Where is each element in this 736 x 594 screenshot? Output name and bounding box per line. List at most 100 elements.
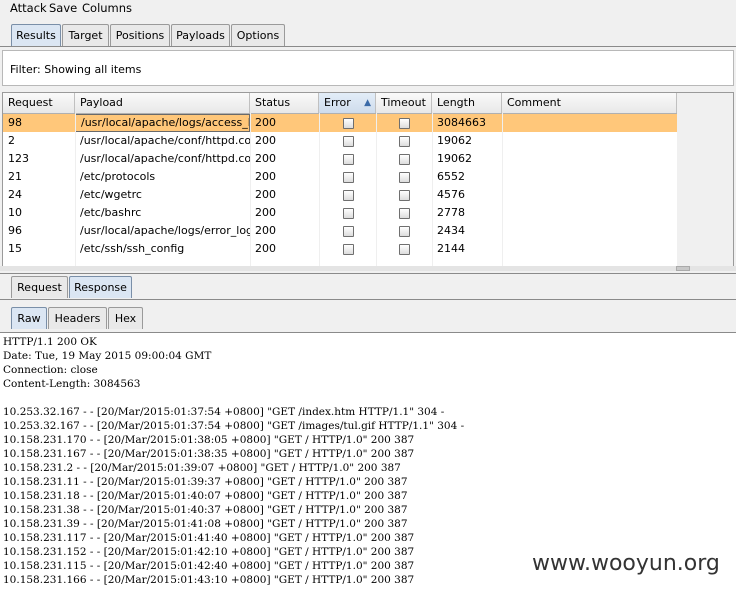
table-row[interactable]: 15/etc/ssh/ssh_config 200 2144 xyxy=(3,240,677,258)
cell-status: 200 xyxy=(255,152,276,165)
cell-length: 2144 xyxy=(437,242,465,255)
tab-results[interactable]: Results xyxy=(11,24,61,46)
column-separator xyxy=(502,113,503,266)
error-checkbox[interactable] xyxy=(343,208,354,219)
cell-length: 2778 xyxy=(437,206,465,219)
cell-request: 15 xyxy=(8,242,22,255)
cell-request: 24 xyxy=(8,188,22,201)
tab-headers[interactable]: Headers xyxy=(48,307,107,329)
error-checkbox[interactable] xyxy=(343,244,354,255)
cell-status: 200 xyxy=(255,224,276,237)
cell-comment xyxy=(502,132,677,150)
error-checkbox[interactable] xyxy=(343,226,354,237)
col-error[interactable]: Error ▲ xyxy=(319,93,376,113)
cell-comment xyxy=(502,222,677,240)
cell-status: 200 xyxy=(255,188,276,201)
cell-length: 19062 xyxy=(437,152,472,165)
req-resp-tab-bar: Request Response xyxy=(0,276,736,298)
menu-bar: Attack Save Columns xyxy=(0,0,736,18)
cell-payload: /etc/ssh/ssh_config xyxy=(80,242,185,255)
cell-comment xyxy=(502,150,677,168)
cell-payload: /usr/local/apache/logs/error_log xyxy=(80,224,250,237)
cell-length: 3084663 xyxy=(437,116,486,129)
cell-payload: /usr/local/apache/conf/httpd.conf xyxy=(80,152,250,165)
cell-comment xyxy=(502,114,677,132)
filter-bar[interactable]: Filter: Showing all items xyxy=(2,50,734,86)
cell-request: 21 xyxy=(8,170,22,183)
table-header: Request Payload Status Error ▲ Timeout L… xyxy=(3,93,677,114)
cell-request: 10 xyxy=(8,206,22,219)
cell-status: 200 xyxy=(255,206,276,219)
view-tab-bar: Raw Headers Hex xyxy=(0,307,736,329)
tab-hex[interactable]: Hex xyxy=(108,307,143,329)
divider xyxy=(0,273,736,274)
timeout-checkbox[interactable] xyxy=(399,190,410,201)
top-tab-bar: Results Target Positions Payloads Option… xyxy=(0,24,736,46)
error-checkbox[interactable] xyxy=(343,154,354,165)
horizontal-scrollbar[interactable] xyxy=(0,266,736,271)
table-row[interactable]: 123/usr/local/apache/conf/httpd.conf 200 1… xyxy=(3,150,677,168)
table-row[interactable]: 98/usr/local/apache/logs/access_log 200 30… xyxy=(3,114,677,132)
scrollbar-thumb[interactable] xyxy=(676,266,690,271)
column-separator xyxy=(432,113,433,266)
column-separator xyxy=(376,113,377,266)
sort-ascending-icon: ▲ xyxy=(364,98,371,108)
tab-raw[interactable]: Raw xyxy=(11,307,47,329)
col-length[interactable]: Length xyxy=(432,93,502,113)
cell-length: 2434 xyxy=(437,224,465,237)
column-separator xyxy=(75,113,76,266)
cell-length: 19062 xyxy=(437,134,472,147)
tab-target[interactable]: Target xyxy=(62,24,109,46)
tab-options[interactable]: Options xyxy=(231,24,285,46)
table-row[interactable]: 21/etc/protocols 200 6552 xyxy=(3,168,677,186)
cell-payload: /usr/local/apache/logs/access_log xyxy=(75,114,250,132)
results-table: Request Payload Status Error ▲ Timeout L… xyxy=(2,92,734,267)
col-request[interactable]: Request xyxy=(3,93,75,113)
error-checkbox[interactable] xyxy=(343,136,354,147)
response-text: HTTP/1.1 200 OK Date: Tue, 19 May 2015 0… xyxy=(3,336,465,586)
column-separator xyxy=(319,113,320,266)
menu-attack[interactable]: Attack xyxy=(10,1,47,15)
table-row[interactable]: 2/usr/local/apache/conf/httpd.conf 200 190… xyxy=(3,132,677,150)
timeout-checkbox[interactable] xyxy=(399,118,410,129)
timeout-checkbox[interactable] xyxy=(399,208,410,219)
cell-request: 123 xyxy=(8,152,29,165)
cell-status: 200 xyxy=(255,134,276,147)
cell-comment xyxy=(502,186,677,204)
cell-comment xyxy=(502,168,677,186)
timeout-checkbox[interactable] xyxy=(399,226,410,237)
timeout-checkbox[interactable] xyxy=(399,136,410,147)
error-checkbox[interactable] xyxy=(343,118,354,129)
cell-payload: /usr/local/apache/conf/httpd.conf xyxy=(80,134,250,147)
col-comment[interactable]: Comment xyxy=(502,93,677,113)
error-checkbox[interactable] xyxy=(343,172,354,183)
cell-request: 96 xyxy=(8,224,22,237)
col-timeout[interactable]: Timeout xyxy=(376,93,432,113)
timeout-checkbox[interactable] xyxy=(399,244,410,255)
cell-length: 4576 xyxy=(437,188,465,201)
tab-request[interactable]: Request xyxy=(11,276,68,298)
col-status[interactable]: Status xyxy=(250,93,319,113)
tab-payloads[interactable]: Payloads xyxy=(171,24,230,46)
cell-comment xyxy=(502,204,677,222)
cell-length: 6552 xyxy=(437,170,465,183)
filter-label: Filter: Showing all items xyxy=(10,63,142,76)
timeout-checkbox[interactable] xyxy=(399,154,410,165)
cell-status: 200 xyxy=(255,170,276,183)
table-row[interactable]: 10/etc/bashrc 200 2778 xyxy=(3,204,677,222)
tab-positions[interactable]: Positions xyxy=(110,24,170,46)
timeout-checkbox[interactable] xyxy=(399,172,410,183)
error-checkbox[interactable] xyxy=(343,190,354,201)
col-payload[interactable]: Payload xyxy=(75,93,250,113)
divider xyxy=(0,46,736,47)
table-empty-area xyxy=(677,93,733,266)
menu-save[interactable]: Save xyxy=(49,1,77,15)
cell-payload: /etc/bashrc xyxy=(80,206,142,219)
table-row[interactable]: 96/usr/local/apache/logs/error_log 200 243… xyxy=(3,222,677,240)
table-row[interactable]: 24/etc/wgetrc 200 4576 xyxy=(3,186,677,204)
cell-payload: /etc/protocols xyxy=(80,170,156,183)
divider xyxy=(0,299,736,300)
menu-columns[interactable]: Columns xyxy=(82,1,132,15)
tab-response[interactable]: Response xyxy=(69,276,132,298)
cell-comment xyxy=(502,240,677,258)
